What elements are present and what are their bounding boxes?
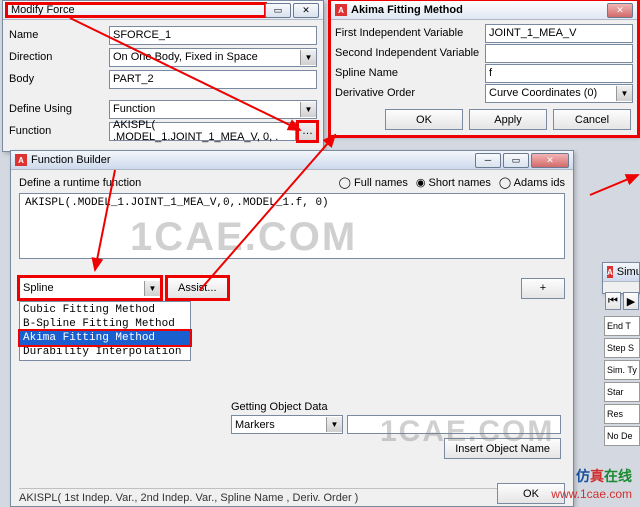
minimize-icon[interactable]: ▭ xyxy=(265,3,291,18)
deriv-label: Derivative Order xyxy=(335,87,485,99)
ok-button[interactable]: OK xyxy=(385,109,463,130)
function-label: Function xyxy=(9,125,109,137)
akima-title: Akima Fitting Method xyxy=(351,4,607,16)
modify-force-window: Modify Force ▭ ✕ Name SFORCE_1 Direction… xyxy=(2,0,324,152)
category-combo[interactable]: Spline▼ xyxy=(19,277,161,299)
side-item[interactable]: End T xyxy=(604,316,640,336)
side-item[interactable]: Res xyxy=(604,404,640,424)
side-item[interactable]: Sim. Ty xyxy=(604,360,640,380)
body-input[interactable]: PART_2 xyxy=(109,70,317,89)
define-label: Define Using xyxy=(9,103,109,115)
akima-titlebar: A Akima Fitting Method ✕ xyxy=(331,1,637,20)
direction-combo[interactable]: On One Body, Fixed in Space▼ xyxy=(109,48,317,67)
chevron-down-icon[interactable]: ▼ xyxy=(144,281,160,296)
function-hint: AKISPL( 1st Indep. Var., 2nd Indep. Var.… xyxy=(19,488,503,504)
name-input[interactable]: SFORCE_1 xyxy=(109,26,317,45)
builder-titlebar: A Function Builder ─ ▭ ✕ xyxy=(11,151,573,170)
maximize-icon[interactable]: ▭ xyxy=(503,153,529,168)
side-item[interactable]: No De xyxy=(604,426,640,446)
builder-ok-button[interactable]: OK xyxy=(497,483,565,504)
app-icon: A xyxy=(15,154,27,166)
object-input[interactable] xyxy=(347,415,561,434)
side-item[interactable]: Star xyxy=(604,382,640,402)
simu-title: Simu xyxy=(617,266,640,278)
list-item[interactable]: Durability Interpolation xyxy=(20,345,190,359)
assist-button[interactable]: Assist... xyxy=(167,277,228,299)
expression-textarea[interactable]: AKISPL(.MODEL_1.JOINT_1_MEA_V,0,.MODEL_1… xyxy=(19,193,565,259)
define-combo[interactable]: Function▼ xyxy=(109,100,317,119)
define-runtime-label: Define a runtime function xyxy=(19,177,141,189)
insert-object-button[interactable]: Insert Object Name xyxy=(444,438,561,459)
minimize-icon[interactable]: ─ xyxy=(475,153,501,168)
deriv-combo[interactable]: Curve Coordinates (0)▼ xyxy=(485,84,633,103)
function-input[interactable]: AKISPL( .MODEL_1.JOINT_1_MEA_V, 0, . xyxy=(109,122,296,141)
builder-title: Function Builder xyxy=(31,154,475,166)
v1-label: First Independent Variable xyxy=(335,27,485,39)
function-browse-button[interactable]: … xyxy=(298,122,317,141)
radio-full[interactable]: ◯ Full names xyxy=(339,176,408,189)
close-icon[interactable]: ✕ xyxy=(607,3,633,18)
chevron-down-icon[interactable]: ▼ xyxy=(300,102,316,117)
close-icon[interactable]: ✕ xyxy=(293,3,319,18)
radio-short[interactable]: ◉ Short names xyxy=(416,176,491,189)
getting-object-label: Getting Object Data xyxy=(231,401,561,413)
chevron-down-icon[interactable]: ▼ xyxy=(326,417,342,432)
v2-label: Second Independent Variable xyxy=(335,47,485,59)
list-item[interactable]: Cubic Fitting Method xyxy=(20,303,190,317)
markers-combo[interactable]: Markers▼ xyxy=(231,415,343,434)
method-listbox[interactable]: Cubic Fitting Method B-Spline Fitting Me… xyxy=(19,301,191,361)
play-icon[interactable]: ▶ xyxy=(623,292,639,310)
direction-label: Direction xyxy=(9,51,109,63)
cancel-button[interactable]: Cancel xyxy=(553,109,631,130)
radio-adams[interactable]: ◯ Adams ids xyxy=(499,176,565,189)
spline-input[interactable]: f xyxy=(485,64,633,83)
list-item[interactable]: B-Spline Fitting Method xyxy=(20,317,190,331)
akima-window: A Akima Fitting Method ✕ First Independe… xyxy=(330,0,638,136)
body-label: Body xyxy=(9,73,109,85)
side-item[interactable]: Step S xyxy=(604,338,640,358)
simu-window: A Simu xyxy=(602,262,640,294)
app-icon: A xyxy=(335,4,347,16)
plus-button[interactable]: + xyxy=(521,278,565,299)
v1-input[interactable]: JOINT_1_MEA_V xyxy=(485,24,633,43)
modify-force-title: Modify Force xyxy=(7,4,265,16)
rewind-icon[interactable]: ⏮ xyxy=(605,292,621,310)
v2-input[interactable] xyxy=(485,44,633,63)
name-label: Name xyxy=(9,29,109,41)
chevron-down-icon[interactable]: ▼ xyxy=(300,50,316,65)
spline-label: Spline Name xyxy=(335,67,485,79)
modify-force-titlebar: Modify Force ▭ ✕ xyxy=(3,1,323,20)
list-item-selected[interactable]: Akima Fitting Method xyxy=(20,331,190,345)
chevron-down-icon[interactable]: ▼ xyxy=(616,86,632,101)
close-icon[interactable]: ✕ xyxy=(531,153,569,168)
apply-button[interactable]: Apply xyxy=(469,109,547,130)
app-icon: A xyxy=(607,266,613,278)
function-builder-window: A Function Builder ─ ▭ ✕ Define a runtim… xyxy=(10,150,574,507)
